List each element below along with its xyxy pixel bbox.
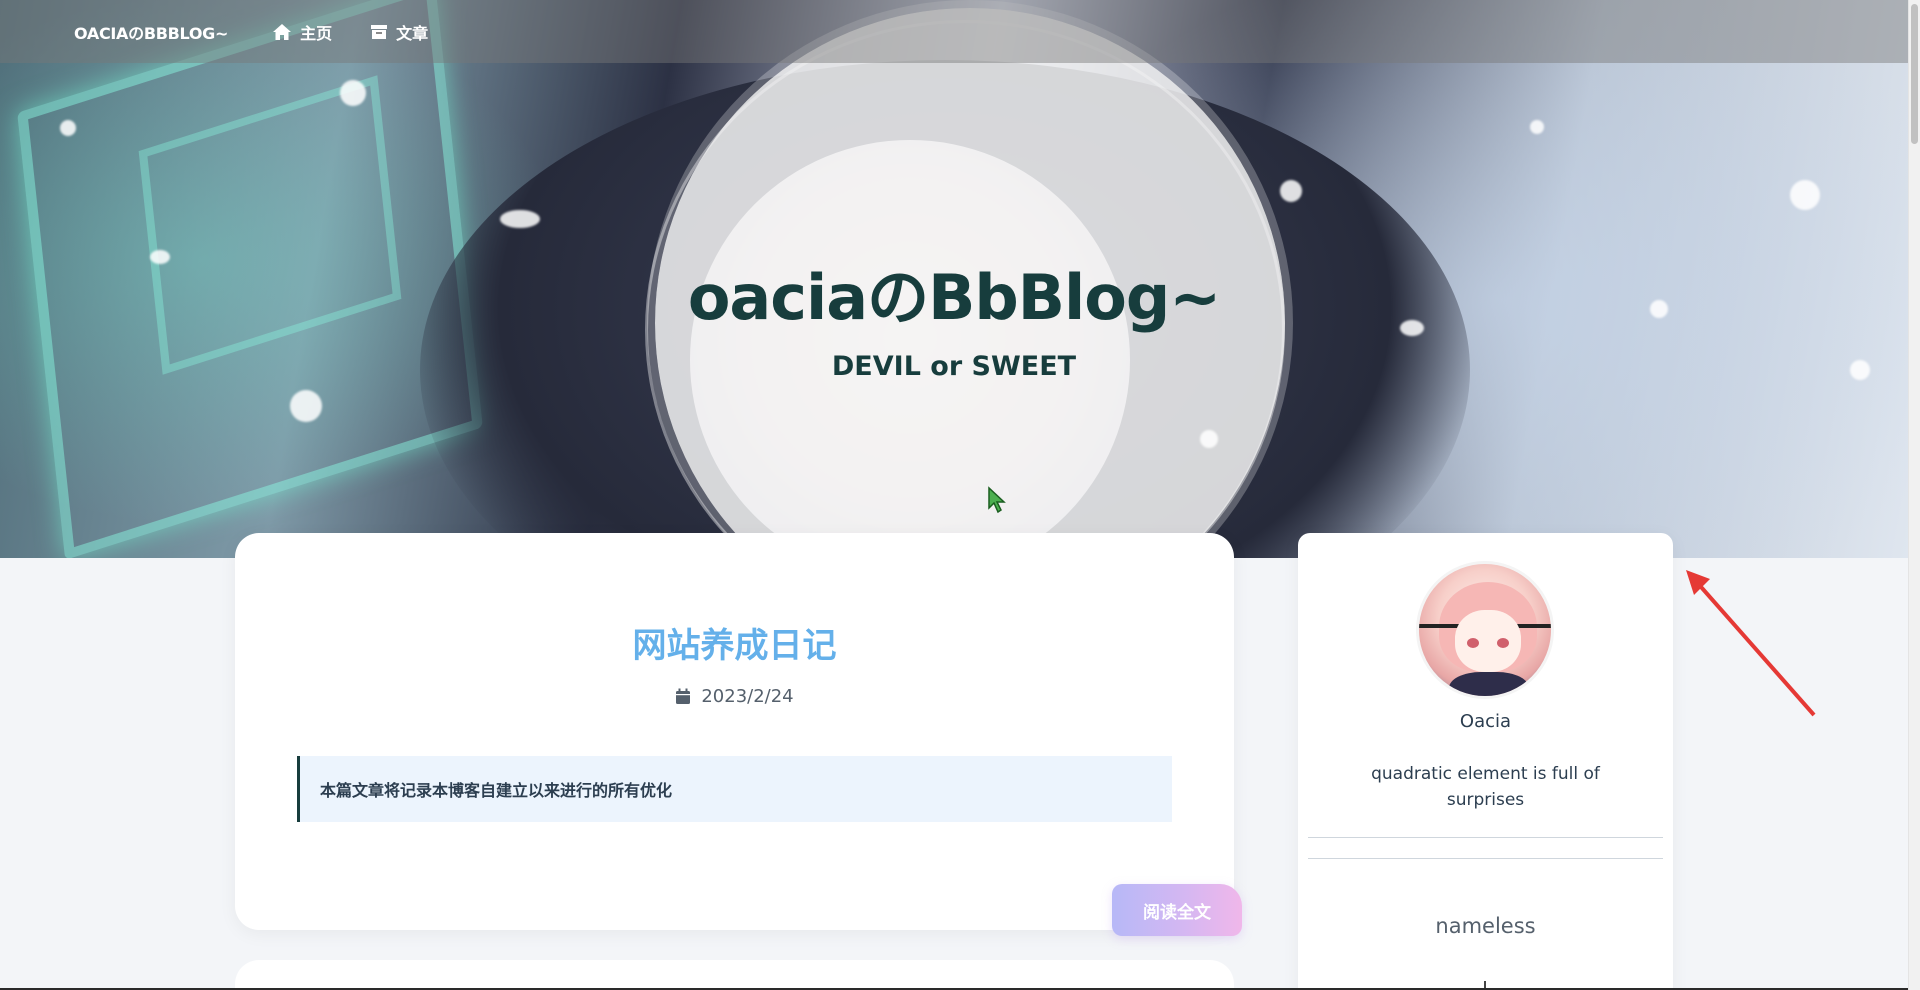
snow-particle <box>60 120 76 136</box>
sidebar-section-title: nameless <box>1435 914 1536 938</box>
post-date: 2023/2/24 <box>701 686 794 707</box>
nav-item-label: 文章 <box>396 23 429 43</box>
post-title[interactable]: 网站养成日记 <box>235 618 1234 667</box>
nav-item-home[interactable]: 主页 <box>272 20 332 44</box>
annotation-arrow-icon <box>1686 570 1816 717</box>
profile-description: quadratic element is full of surprises <box>1371 764 1600 810</box>
scrollbar-thumb[interactable] <box>1911 4 1918 144</box>
divider <box>1308 858 1663 859</box>
calendar-icon <box>675 688 691 705</box>
snow-particle <box>500 210 540 228</box>
archive-icon <box>370 24 388 40</box>
nav-brand[interactable]: OACIAのBBBLOG~ <box>74 20 228 44</box>
post-excerpt-text: 本篇文章将记录本博客自建立以来进行的所有优化 <box>320 781 673 800</box>
avatar[interactable] <box>1416 561 1554 699</box>
snow-particle <box>1200 430 1218 448</box>
profile-card: Oacia quadratic element is full of surpr… <box>1298 533 1673 990</box>
home-icon <box>272 23 292 41</box>
post-meta: 2023/2/24 <box>235 686 1234 707</box>
post-card <box>235 960 1234 990</box>
site-title: oaciaのBbBlog~ <box>687 261 1221 334</box>
hero-banner: oaciaのBbBlog~ DEVIL or SWEET <box>0 0 1908 558</box>
profile-name: Oacia <box>1459 711 1512 732</box>
nav-item-label: 主页 <box>300 23 333 43</box>
divider <box>1308 837 1663 838</box>
snow-particle <box>290 390 322 422</box>
site-subtitle: DEVIL or SWEET <box>831 351 1077 382</box>
mouse-cursor-icon <box>988 486 1006 514</box>
snow-particle <box>1790 180 1820 210</box>
snow-particle <box>340 80 366 106</box>
snow-particle <box>1530 120 1544 134</box>
nav-item-articles[interactable]: 文章 <box>370 20 428 44</box>
post-excerpt: 本篇文章将记录本博客自建立以来进行的所有优化 <box>297 756 1172 822</box>
post-card: 网站养成日记 2023/2/24 本篇文章将记录本博客自建立以来进行的所有优化 <box>235 533 1234 930</box>
page-scrollbar[interactable] <box>1908 0 1920 990</box>
top-navbar: OACIAのBBBLOG~ 主页 文章 <box>0 0 1908 63</box>
read-more-button[interactable]: 阅读全文 <box>1112 884 1242 936</box>
snow-particle <box>1280 180 1302 202</box>
